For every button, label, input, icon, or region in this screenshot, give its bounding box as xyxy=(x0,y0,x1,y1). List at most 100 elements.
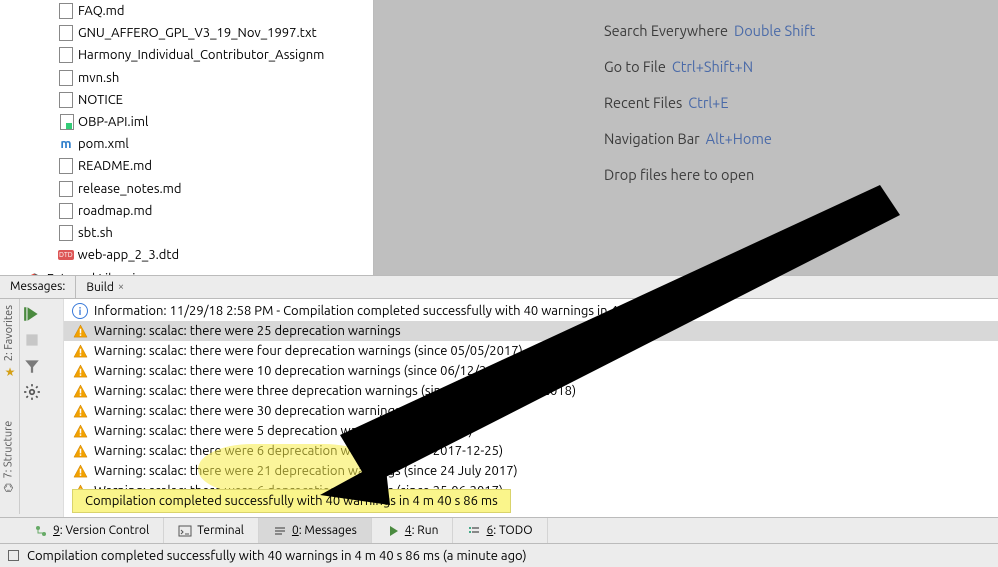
tree-file-label: GNU_AFFERO_GPL_V3_19_Nov_1997.txt xyxy=(78,26,317,40)
iml-file-icon xyxy=(58,114,74,130)
terminal-tool[interactable]: Terminal xyxy=(164,518,259,543)
message-text: Warning: scalac: there were 30 deprecati… xyxy=(94,404,480,418)
tree-file-item[interactable]: mvn.sh xyxy=(58,67,373,89)
gear-icon[interactable] xyxy=(23,383,41,401)
todo-tool[interactable]: 6: TODO xyxy=(453,518,547,543)
message-warning-row[interactable]: Warning: scalac: there were 5 deprecatio… xyxy=(64,421,998,441)
stop-icon[interactable] xyxy=(23,331,41,349)
todo-icon xyxy=(467,524,481,538)
text-file-icon xyxy=(58,25,74,41)
hint-go-to-file: Go to File Ctrl+Shift+N xyxy=(604,58,753,75)
external-libraries-label: External Libraries xyxy=(47,272,149,275)
tree-file-item[interactable]: README.md xyxy=(58,155,373,177)
markdown-file-icon xyxy=(58,181,74,197)
message-text: Warning: scalac: there were 10 deprecati… xyxy=(94,364,512,378)
filter-icon[interactable] xyxy=(23,357,41,375)
build-tab[interactable]: Build × xyxy=(76,276,134,298)
hint-drop-files: Drop files here to open xyxy=(604,166,754,183)
close-icon[interactable]: × xyxy=(118,281,124,293)
message-text: Warning: scalac: there were three deprec… xyxy=(94,384,576,398)
favorites-tool[interactable]: ★ 2: Favorites xyxy=(0,299,18,385)
books-icon: 📚 xyxy=(29,273,43,275)
dtd-file-icon: DTD xyxy=(58,250,74,260)
shell-file-icon xyxy=(58,70,74,86)
messages-icon xyxy=(273,524,287,538)
messages-tool[interactable]: 0: Messages xyxy=(259,518,372,543)
warning-icon xyxy=(72,343,88,359)
message-info-row[interactable]: i Information: 11/29/18 2:58 PM - Compila… xyxy=(64,301,998,321)
warning-icon xyxy=(72,403,88,419)
message-warning-row[interactable]: Warning: scalac: there were 10 deprecati… xyxy=(64,361,998,381)
rerun-icon[interactable] xyxy=(23,305,41,323)
hint-recent-files: Recent Files Ctrl+E xyxy=(604,94,728,111)
tree-file-label: README.md xyxy=(78,159,152,173)
run-icon xyxy=(386,524,400,538)
structure-tool[interactable]: ⌬ 7: Structure xyxy=(0,415,17,499)
tree-file-label: pom.xml xyxy=(78,137,129,151)
version-control-tool[interactable]: 9: Version Control xyxy=(20,518,164,543)
star-icon: ★ xyxy=(2,365,16,379)
warning-icon xyxy=(72,363,88,379)
tree-file-item[interactable]: DTD web-app_2_3.dtd xyxy=(58,244,373,266)
status-icon[interactable] xyxy=(8,550,19,561)
message-warning-row[interactable]: Warning: scalac: there were three deprec… xyxy=(64,381,998,401)
tree-file-label: FAQ.md xyxy=(78,4,125,18)
tree-file-label: roadmap.md xyxy=(78,204,152,218)
hint-search-everywhere: Search Everywhere Double Shift xyxy=(604,22,815,39)
warning-icon xyxy=(72,423,88,439)
tree-file-label: mvn.sh xyxy=(78,71,119,85)
warning-icon xyxy=(72,323,88,339)
tree-file-label: Harmony_Individual_Contributor_Assignm xyxy=(78,48,324,62)
messages-panel: i Information: 11/29/18 2:58 PM - Compila… xyxy=(0,299,998,517)
bottom-tool-tabs: 9: Version Control Terminal 0: Messages … xyxy=(0,517,998,543)
markdown-file-icon xyxy=(58,3,74,19)
maven-file-icon: m xyxy=(58,136,74,152)
run-tool[interactable]: 4: Run xyxy=(372,518,454,543)
message-text: Warning: scalac: there were 25 deprecati… xyxy=(94,324,401,338)
markdown-file-icon xyxy=(58,47,74,63)
markdown-file-icon xyxy=(58,158,74,174)
messages-tab[interactable]: Messages: xyxy=(0,276,76,298)
tree-file-label: OBP-API.iml xyxy=(78,115,148,129)
warning-icon xyxy=(72,383,88,399)
compilation-banner: Compilation completed successfully with … xyxy=(72,489,511,513)
tree-file-item[interactable]: m pom.xml xyxy=(58,133,373,155)
tree-file-label: NOTICE xyxy=(78,93,123,107)
structure-icon: ⌬ xyxy=(2,483,15,493)
message-text: Warning: scalac: there were four depreca… xyxy=(94,344,523,358)
info-icon: i xyxy=(72,303,88,319)
message-text: Warning: scalac: there were 5 deprecatio… xyxy=(94,424,473,438)
terminal-icon xyxy=(178,524,192,538)
status-text: Compilation completed successfully with … xyxy=(27,549,527,563)
external-libraries-node[interactable]: ▸ 📚 External Libraries xyxy=(0,268,373,275)
file-icon xyxy=(58,92,74,108)
caret-right-icon: ▸ xyxy=(20,273,25,275)
messages-tabs-row: Messages: Build × xyxy=(0,275,998,299)
tree-file-item[interactable]: Harmony_Individual_Contributor_Assignm xyxy=(58,44,373,66)
tree-file-item[interactable]: roadmap.md xyxy=(58,200,373,222)
message-warning-row[interactable]: Warning: scalac: there were 25 deprecati… xyxy=(64,321,998,341)
warning-icon xyxy=(72,463,88,479)
warning-icon xyxy=(72,443,88,459)
editor-empty-area[interactable]: Search Everywhere Double Shift Go to Fil… xyxy=(374,0,998,275)
tree-file-item[interactable]: GNU_AFFERO_GPL_V3_19_Nov_1997.txt xyxy=(58,22,373,44)
tree-file-label: sbt.sh xyxy=(78,226,113,240)
tree-file-item[interactable]: NOTICE xyxy=(58,89,373,111)
left-tool-rail: ★ 2: Favorites ⌬ 7: Structure xyxy=(0,299,20,514)
project-tree[interactable]: FAQ.md GNU_AFFERO_GPL_V3_19_Nov_1997.txt H… xyxy=(0,0,374,275)
shell-file-icon xyxy=(58,225,74,241)
hint-navigation-bar: Navigation Bar Alt+Home xyxy=(604,130,772,147)
tree-file-item[interactable]: FAQ.md xyxy=(58,0,373,22)
tree-file-item[interactable]: OBP-API.iml xyxy=(58,111,373,133)
markdown-file-icon xyxy=(58,203,74,219)
vcs-icon xyxy=(34,524,48,538)
message-warning-row[interactable]: Warning: scalac: there were 30 deprecati… xyxy=(64,401,998,421)
tree-file-item[interactable]: release_notes.md xyxy=(58,178,373,200)
message-warning-row[interactable]: Warning: scalac: there were four depreca… xyxy=(64,341,998,361)
tree-file-label: web-app_2_3.dtd xyxy=(78,248,179,262)
message-text: Information: 11/29/18 2:58 PM - Compilat… xyxy=(94,304,696,318)
highlight-blob xyxy=(198,444,378,494)
tree-file-item[interactable]: sbt.sh xyxy=(58,222,373,244)
status-bar: Compilation completed successfully with … xyxy=(0,543,998,567)
tree-file-label: release_notes.md xyxy=(78,182,182,196)
